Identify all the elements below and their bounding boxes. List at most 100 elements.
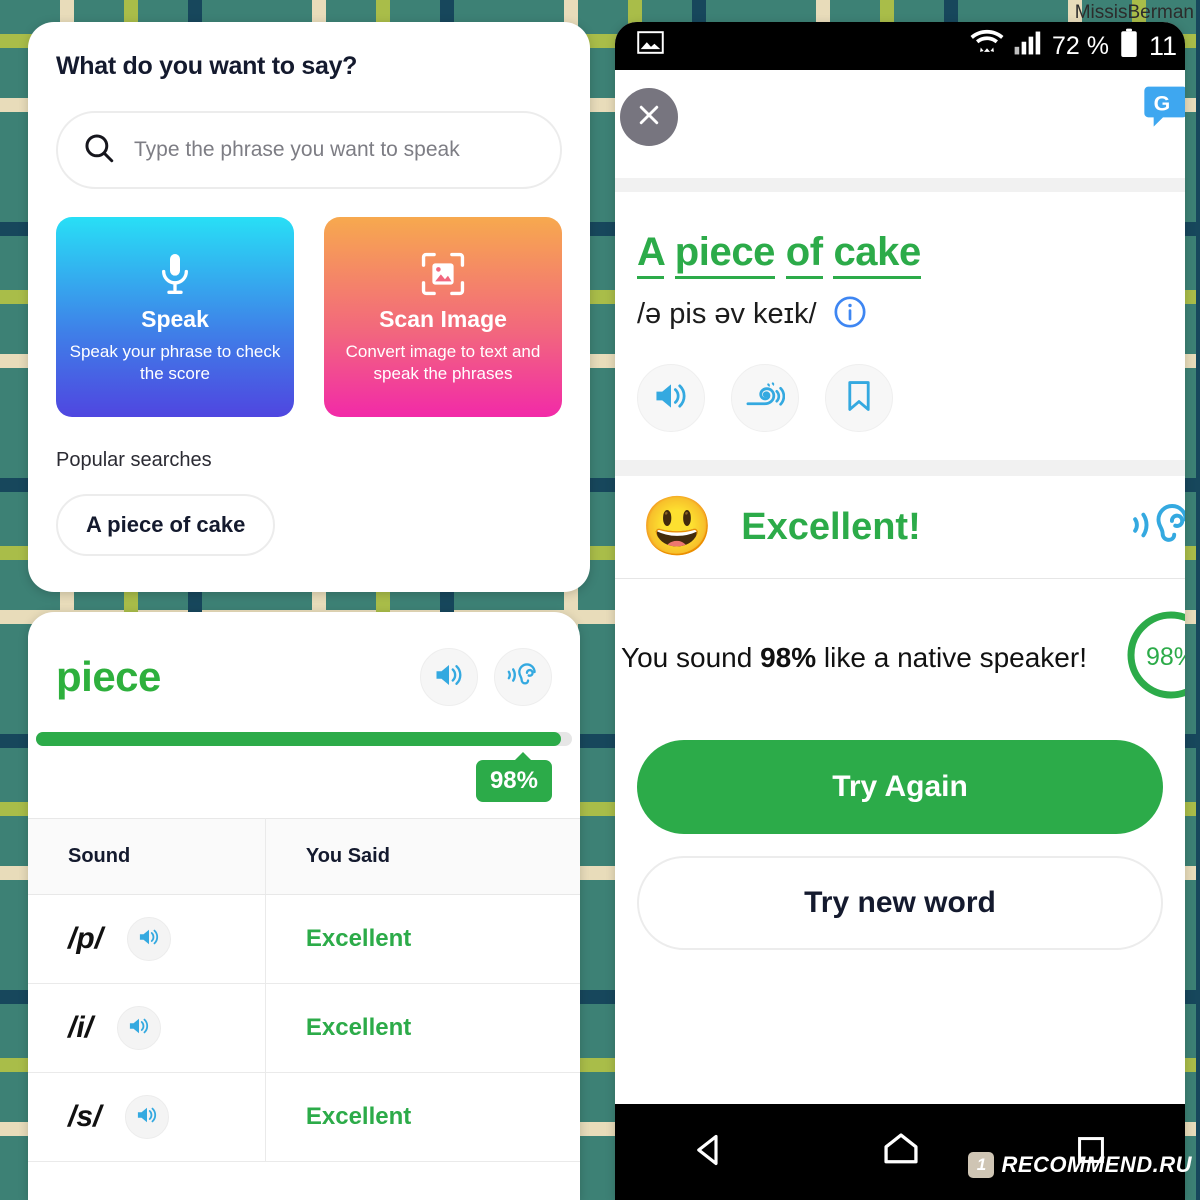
close-icon <box>636 102 662 133</box>
phonetic-row: /ə pis əv keɪk/ <box>637 295 1163 334</box>
ipa-symbol: /p/ <box>68 922 103 955</box>
section-divider <box>615 460 1185 476</box>
phrase-action-buttons <box>637 364 1163 432</box>
speaker-icon <box>434 661 464 694</box>
bookmark-icon <box>844 379 874 418</box>
slow-audio-button[interactable] <box>731 364 799 432</box>
play-sound-button[interactable] <box>125 1095 170 1139</box>
table-row: /s/ Excellent <box>28 1072 580 1162</box>
sound-cell: /s/ <box>28 1072 266 1162</box>
image-icon <box>637 30 664 62</box>
google-translate-icon[interactable]: G <box>1144 84 1185 137</box>
page-title: What do you want to say? <box>56 52 358 80</box>
watermark-logo: 1 <box>968 1152 995 1178</box>
score-badge: 98% <box>475 752 552 802</box>
phone-top-bar: G <box>615 70 1185 178</box>
score-badge-wrapper: 98% <box>28 746 580 818</box>
phrase-block: A piece of cake /ə pis əv keɪk/ <box>615 192 1185 432</box>
close-button[interactable] <box>620 88 678 146</box>
watermark-recommend: 1 RECOMMEND.RU <box>968 1152 1192 1178</box>
scan-image-action-card[interactable]: Scan Image Convert image to text and spe… <box>324 217 562 417</box>
native-speaker-text: You sound 98% like a native speaker! <box>621 642 1087 674</box>
phrase-word[interactable]: of <box>785 230 823 279</box>
clock-label: 11 <box>1148 30 1177 61</box>
ipa-symbol: /i/ <box>68 1011 94 1044</box>
score-card-header: piece <box>28 612 580 732</box>
wifi-icon <box>970 29 1004 63</box>
native-prefix: You sound <box>621 641 761 673</box>
play-sound-button[interactable] <box>117 1006 162 1050</box>
table-row: /p/ Excellent <box>28 894 580 984</box>
cell-signal-icon <box>1014 30 1042 63</box>
speaker-icon <box>128 1016 150 1041</box>
verdict-text: Excellent <box>305 1014 412 1041</box>
grinning-face-emoji: 😃 <box>641 494 714 559</box>
ear-listen-icon <box>507 661 539 694</box>
battery-percent-label: 72 % <box>1051 31 1109 60</box>
phrase-text[interactable]: A piece of cake <box>637 230 1163 279</box>
divider-strip <box>615 178 1185 192</box>
play-audio-button[interactable] <box>637 364 705 432</box>
score-progress-track <box>36 732 572 746</box>
native-percent: 98% <box>760 641 817 673</box>
play-word-audio-button[interactable] <box>420 648 478 706</box>
back-triangle-icon[interactable] <box>689 1129 731 1176</box>
search-card: What do you want to say? Speak Speak you… <box>28 22 590 592</box>
listen-record-button[interactable] <box>494 648 552 706</box>
phone-action-buttons: Try Again Try new word <box>615 736 1185 950</box>
svg-text:G: G <box>1154 92 1171 116</box>
speak-card-subtitle: Speak your phrase to check the score <box>69 341 281 383</box>
scan-card-subtitle: Convert image to text and speak the phra… <box>345 341 541 383</box>
sound-breakdown-table: Sound You Said /p/ Excellent /i/ Excelle… <box>28 818 580 1162</box>
watermark-text: RECOMMEND.RU <box>1001 1152 1192 1177</box>
scored-word: piece <box>56 653 161 700</box>
speaker-icon <box>136 1105 158 1130</box>
scan-image-icon <box>419 250 467 298</box>
score-ring: 98% <box>1123 607 1185 708</box>
column-header-you-said: You Said <box>265 818 580 895</box>
score-card-buttons <box>420 648 552 706</box>
ipa-symbol: /s/ <box>68 1100 102 1133</box>
play-sound-button[interactable] <box>127 917 171 961</box>
phrase-word[interactable]: cake <box>833 230 921 279</box>
action-cards-row: Speak Speak your phrase to check the sco… <box>56 217 562 417</box>
search-icon <box>82 131 116 170</box>
table-row: /i/ Excellent <box>28 983 580 1073</box>
speaker-icon <box>653 380 689 417</box>
column-header-sound: Sound <box>28 818 266 895</box>
native-suffix: like a native speaker! <box>816 641 1087 673</box>
verdict-text: Excellent <box>305 1103 412 1130</box>
try-again-button[interactable]: Try Again <box>637 740 1163 834</box>
speak-card-title: Speak <box>141 305 209 332</box>
popular-searches-label: Popular searches <box>56 449 212 471</box>
scan-card-title: Scan Image <box>379 305 507 332</box>
sound-cell: /p/ <box>28 894 266 984</box>
verdict-cell: Excellent <box>265 983 580 1073</box>
home-icon[interactable] <box>879 1128 923 1177</box>
score-ring-label: 98% <box>1145 643 1185 671</box>
watermark-username: MissisBerman <box>1074 2 1194 23</box>
battery-icon <box>1119 28 1139 65</box>
result-text: Excellent! <box>741 505 921 548</box>
ear-listen-icon[interactable] <box>1131 499 1185 556</box>
popular-search-chip[interactable]: A piece of cake <box>56 494 276 556</box>
phonetic-transcription: /ə pis əv keɪk/ <box>637 298 817 330</box>
phrase-word[interactable]: piece <box>674 230 775 279</box>
phone-screenshot: 72 % 11 G A piece of cake /ə pis əv keɪk… <box>615 22 1185 1200</box>
bookmark-button[interactable] <box>825 364 893 432</box>
result-row: 😃 Excellent! <box>615 476 1185 578</box>
search-input[interactable] <box>134 138 536 162</box>
speaker-icon <box>138 927 160 952</box>
speak-action-card[interactable]: Speak Speak your phrase to check the sco… <box>56 217 294 417</box>
info-icon[interactable] <box>833 295 867 334</box>
sound-cell: /i/ <box>28 983 266 1073</box>
table-header-row: Sound You Said <box>28 818 580 895</box>
search-field-wrapper[interactable] <box>56 111 562 189</box>
android-status-bar: 72 % 11 <box>615 22 1185 70</box>
try-new-word-button[interactable]: Try new word <box>637 856 1163 950</box>
word-score-card: piece 98% Sound You Said /p/ Excellent /… <box>28 612 580 1200</box>
microphone-icon <box>155 250 195 298</box>
phrase-word[interactable]: A <box>637 230 664 279</box>
score-progress-fill <box>36 732 562 746</box>
verdict-cell: Excellent <box>265 1072 580 1162</box>
